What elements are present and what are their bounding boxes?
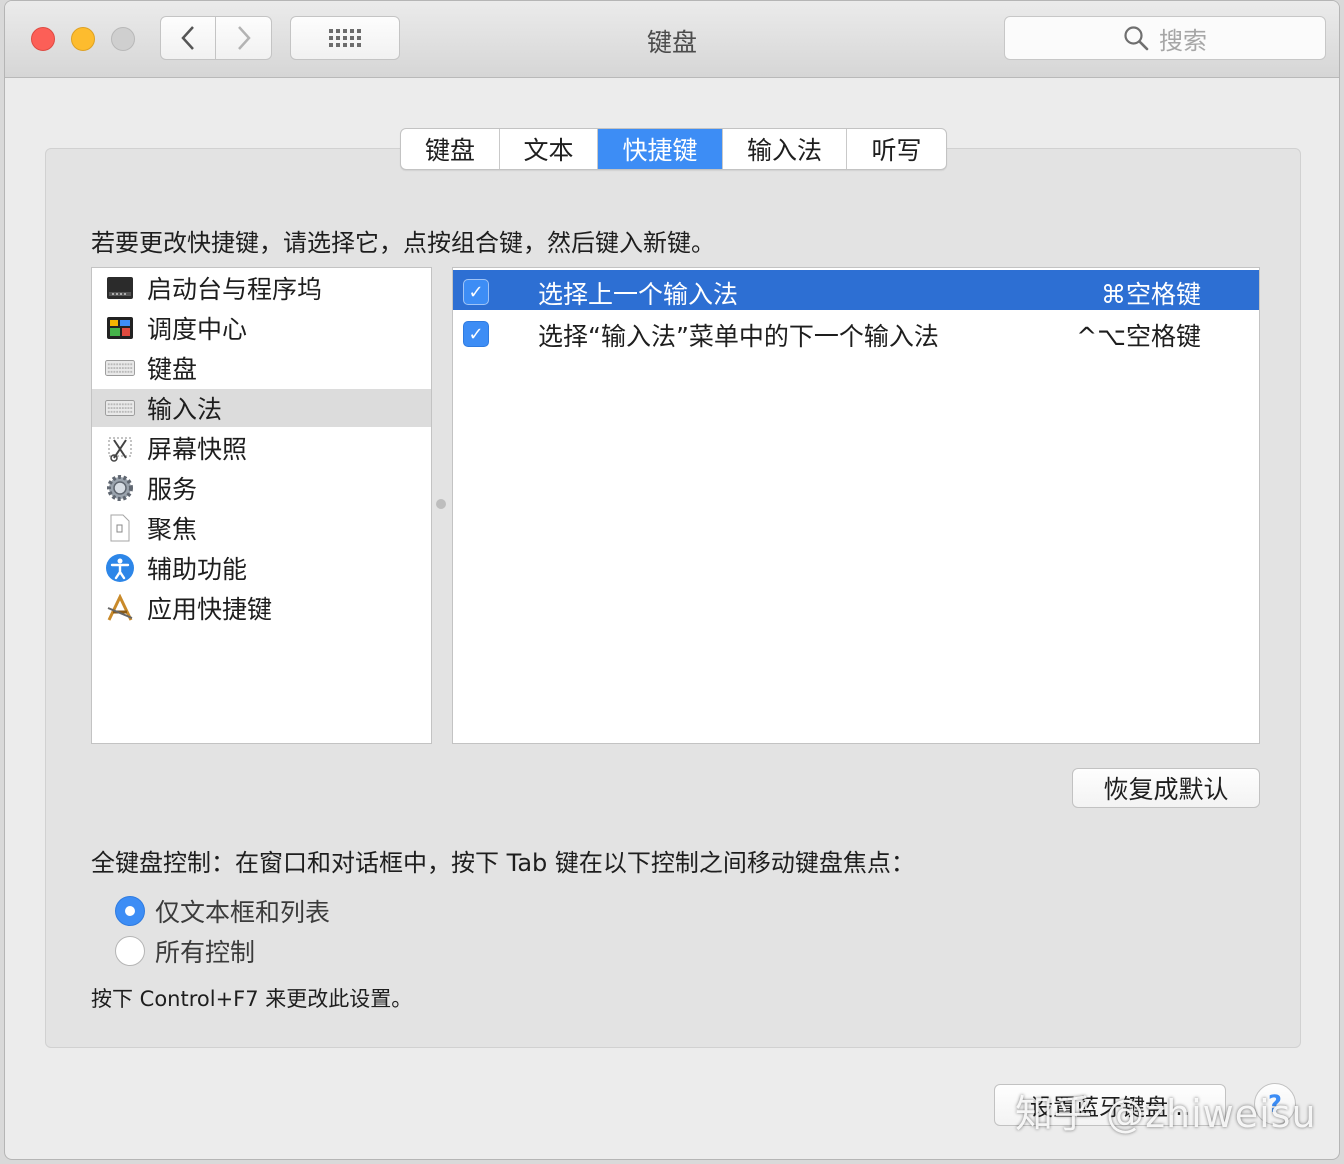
category-item-mission-control[interactable]: 调度中心: [92, 309, 431, 347]
category-label: 应用快捷键: [147, 595, 273, 624]
search-placeholder: 搜索: [1159, 26, 1207, 55]
category-item-services[interactable]: 服务: [92, 469, 431, 507]
tab-dictation[interactable]: 听写: [847, 129, 946, 169]
launchpad-dock-icon: [105, 274, 135, 302]
shortcut-list[interactable]: ✓ 选择上一个输入法 ⌘空格键 ✓ 选择“输入法”菜单中的下一个输入法 ^⌥空格…: [452, 267, 1260, 744]
category-label: 键盘: [147, 355, 198, 384]
category-item-app-shortcuts[interactable]: 应用快捷键: [92, 589, 431, 627]
radio-label: 所有控制: [155, 938, 256, 967]
shortcut-key[interactable]: ^⌥空格键: [1076, 317, 1201, 353]
shortcut-row[interactable]: ✓ 选择“输入法”菜单中的下一个输入法 ^⌥空格键: [453, 312, 1259, 352]
shortcut-category-list[interactable]: 启动台与程序坞 调度中心 键盘 输入法 屏幕快照 服务 聚焦 辅助功能 应用快捷…: [91, 267, 432, 744]
tab-shortcuts[interactable]: 快捷键: [598, 129, 723, 169]
search-input[interactable]: 搜索: [1004, 16, 1326, 60]
mission-control-icon: [105, 314, 135, 342]
category-label: 调度中心: [147, 315, 248, 344]
screenshot-icon: [105, 434, 135, 462]
tab-input-sources[interactable]: 输入法: [723, 129, 847, 169]
radio-button[interactable]: [115, 896, 145, 926]
category-item-input-sources[interactable]: 输入法: [92, 389, 431, 427]
category-item-screenshots[interactable]: 屏幕快照: [92, 429, 431, 467]
radio-label: 仅文本框和列表: [155, 898, 331, 927]
full-keyboard-access-label: 全键盘控制：在窗口和对话框中，按下 Tab 键在以下控制之间移动键盘焦点：: [91, 849, 915, 877]
accessibility-icon: [105, 554, 135, 582]
tab-bar: 键盘 文本 快捷键 输入法 听写: [400, 128, 947, 170]
shortcut-enabled-checkbox[interactable]: ✓: [463, 321, 489, 347]
search-icon: [1124, 26, 1149, 51]
category-label: 启动台与程序坞: [147, 275, 323, 304]
shortcut-label: 选择“输入法”菜单中的下一个输入法: [538, 322, 939, 351]
keyboard-icon: [105, 354, 135, 382]
tab-text[interactable]: 文本: [500, 129, 598, 169]
category-item-spotlight[interactable]: 聚焦: [92, 509, 431, 547]
category-label: 聚焦: [147, 515, 198, 544]
gear-icon: [105, 474, 135, 502]
watermark: 知乎 @zhiweisu: [1015, 1092, 1317, 1136]
category-label: 辅助功能: [147, 555, 248, 584]
radio-all-controls[interactable]: 所有控制: [115, 933, 255, 969]
shortcut-label: 选择上一个输入法: [538, 280, 739, 309]
category-label: 屏幕快照: [147, 435, 248, 464]
instruction-text: 若要更改快捷键，请选择它，点按组合键，然后键入新键。: [91, 229, 715, 257]
shortcut-enabled-checkbox[interactable]: ✓: [463, 279, 489, 305]
titlebar: 键盘 搜索: [5, 1, 1339, 78]
hint-text: 按下 Control+F7 来更改此设置。: [91, 987, 413, 1011]
radio-button[interactable]: [115, 936, 145, 966]
preferences-window: 键盘 搜索 键盘 文本 快捷键 输入法 听写 若要更改快捷键，请选择它，点按组合…: [4, 0, 1340, 1160]
restore-defaults-button[interactable]: 恢复成默认: [1072, 768, 1260, 808]
keyboard-icon: [105, 394, 135, 422]
category-label: 输入法: [147, 395, 223, 424]
category-item-launchpad-dock[interactable]: 启动台与程序坞: [92, 269, 431, 307]
document-icon: [105, 514, 135, 542]
shortcut-key[interactable]: ⌘空格键: [1101, 275, 1201, 311]
shortcut-row[interactable]: ✓ 选择上一个输入法 ⌘空格键: [453, 270, 1259, 310]
split-view-handle[interactable]: [436, 499, 446, 509]
tab-keyboard[interactable]: 键盘: [401, 129, 500, 169]
radio-text-boxes-lists[interactable]: 仅文本框和列表: [115, 893, 330, 929]
app-store-icon: [105, 594, 135, 622]
category-item-accessibility[interactable]: 辅助功能: [92, 549, 431, 587]
category-label: 服务: [147, 475, 198, 504]
category-item-keyboard[interactable]: 键盘: [92, 349, 431, 387]
